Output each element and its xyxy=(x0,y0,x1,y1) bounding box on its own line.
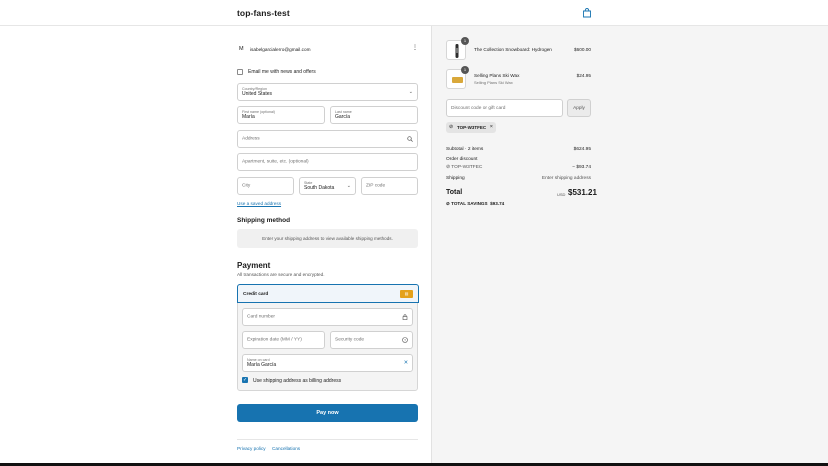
shipping-label: Shipping xyxy=(446,176,465,181)
footer-divider xyxy=(237,439,418,440)
security-code-field[interactable]: Security code ? xyxy=(330,331,413,349)
shipping-method-message: Enter your shipping address to view avai… xyxy=(262,236,393,241)
state-select[interactable]: State South Dakota ⌄ xyxy=(299,177,356,195)
subtotal-value: $624.95 xyxy=(573,147,591,152)
item-variant: Selling Plans Ski Wax xyxy=(474,80,513,85)
svg-text:?: ? xyxy=(404,339,406,343)
item-name: Selling Plans Ski Wax xyxy=(474,73,520,78)
store-name[interactable]: top-fans-test xyxy=(237,8,290,18)
subtotal-label: Subtotal · 2 items xyxy=(446,147,484,152)
discount-placeholder: Discount code or gift card xyxy=(451,106,506,111)
shipping-value: Enter shipping address xyxy=(541,176,591,181)
product-thumbnail: 1 xyxy=(446,66,469,89)
card-brand-icon: ▤ xyxy=(400,290,413,298)
billing-same-checkbox[interactable]: ✓ xyxy=(242,377,248,383)
chevron-down-icon: ⌄ xyxy=(346,183,351,189)
shipping-method-heading: Shipping method xyxy=(237,217,291,224)
quantity-badge: 1 xyxy=(461,37,469,45)
country-select[interactable]: Country/Region United States ⌄ xyxy=(237,83,418,101)
account-avatar: M xyxy=(239,46,244,52)
payment-subtitle: All transactions are secure and encrypte… xyxy=(237,272,325,277)
country-value: United States xyxy=(242,91,273,97)
chevron-down-icon: ⌄ xyxy=(408,89,413,95)
marketing-label: Email me with news and offers xyxy=(248,69,316,75)
lock-icon xyxy=(402,314,408,320)
billing-same-label: Use shipping address as billing address xyxy=(253,378,342,384)
more-options-icon[interactable]: ⋮ xyxy=(412,45,418,51)
address-placeholder: Address xyxy=(242,136,260,142)
clear-icon[interactable]: × xyxy=(404,360,408,367)
account-row: M isabelgarcialerro@gmail.com ⋮ xyxy=(237,44,418,56)
checkout-header: top-fans-test xyxy=(0,0,828,26)
zip-field[interactable]: ZIP code xyxy=(361,177,418,195)
expiration-date-field[interactable]: Expiration date (MM / YY) xyxy=(242,331,325,349)
total-value: $531.21 xyxy=(568,188,597,197)
product-thumbnail: 1 xyxy=(446,37,469,60)
city-placeholder: City xyxy=(242,183,251,189)
order-discount-value: − $93.74 xyxy=(572,165,591,170)
security-code-placeholder: Security code xyxy=(335,337,365,343)
order-discount-code: TOP-W3TFEC xyxy=(451,165,483,170)
privacy-policy-link[interactable]: Privacy policy xyxy=(237,446,266,451)
card-number-field[interactable]: Card number xyxy=(242,308,413,326)
expiration-placeholder: Expiration date (MM / YY) xyxy=(247,337,302,343)
credit-card-option[interactable]: Credit card ▤ xyxy=(237,284,419,303)
discount-code-input[interactable]: Discount code or gift card xyxy=(446,99,563,117)
item-price: $600.00 xyxy=(574,47,591,52)
order-discount-label: Order discount xyxy=(446,157,478,162)
use-saved-address-link[interactable]: Use a saved address xyxy=(237,201,281,206)
account-email: isabelgarcialerro@gmail.com xyxy=(250,47,311,52)
applied-discount-code: TOP-W3TFEC xyxy=(457,125,487,130)
marketing-checkbox[interactable] xyxy=(237,69,243,75)
discount-tag-icon: ⊘ xyxy=(449,124,454,130)
help-circle-icon[interactable]: ? xyxy=(402,337,408,343)
first-name-field[interactable]: First name (optional) María xyxy=(237,106,325,124)
item-name: The Collection Snowboard: Hydrogen xyxy=(474,47,552,52)
item-price: $24.95 xyxy=(576,73,591,78)
last-name-field[interactable]: Last name García xyxy=(330,106,418,124)
name-on-card-field[interactable]: Name on card María García × xyxy=(242,354,413,372)
total-currency: USD xyxy=(557,192,566,197)
shipping-method-notice: Enter your shipping address to view avai… xyxy=(237,229,418,248)
name-on-card-value: María García xyxy=(247,362,277,368)
address-field[interactable]: Address xyxy=(237,130,418,148)
total-savings: ⊘ TOTAL SAVINGS $93.74 xyxy=(446,201,504,207)
total-label: Total xyxy=(446,189,463,196)
search-icon xyxy=(407,136,413,142)
last-name-value: García xyxy=(335,114,351,120)
savings-label: TOTAL SAVINGS xyxy=(451,201,488,206)
apply-discount-button[interactable]: Apply xyxy=(567,99,591,117)
applied-discount-tag: ⊘ TOP-W3TFEC × xyxy=(446,122,496,133)
quantity-badge: 1 xyxy=(461,66,469,74)
cancellations-link[interactable]: Cancellations xyxy=(272,446,300,451)
savings-value: $93.74 xyxy=(490,201,505,206)
first-name-value: María xyxy=(242,114,255,120)
order-discount-code-row: ⊘ TOP-W3TFEC xyxy=(446,165,482,170)
payment-heading: Payment xyxy=(237,261,271,270)
apartment-field[interactable]: Apartment, suite, etc. (optional) xyxy=(237,153,418,171)
card-number-placeholder: Card number xyxy=(247,314,275,320)
apartment-placeholder: Apartment, suite, etc. (optional) xyxy=(242,159,309,165)
zip-placeholder: ZIP code xyxy=(366,183,386,189)
shopping-bag-icon[interactable] xyxy=(582,8,592,18)
credit-card-label: Credit card xyxy=(243,292,269,297)
city-field[interactable]: City xyxy=(237,177,294,195)
remove-discount-icon[interactable]: × xyxy=(490,124,493,130)
pay-now-button[interactable]: Pay now xyxy=(237,404,418,422)
state-value: South Dakota xyxy=(304,185,335,191)
order-summary-panel xyxy=(431,26,828,466)
